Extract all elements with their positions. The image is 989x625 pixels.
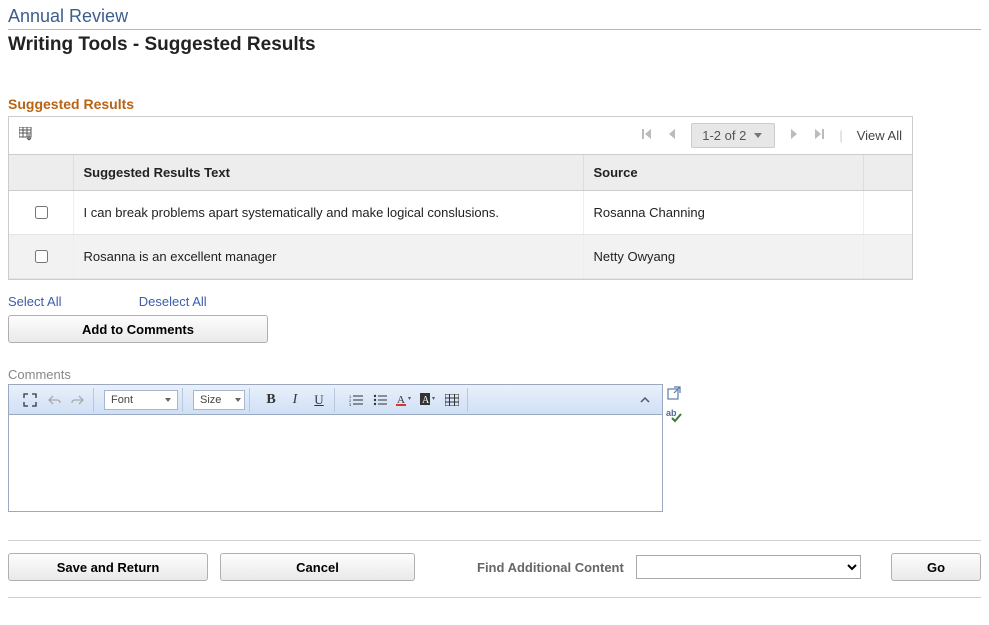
section-title: Suggested Results — [8, 96, 981, 112]
last-page-icon[interactable] — [813, 128, 825, 143]
popout-icon[interactable] — [665, 384, 683, 402]
editor-toolbar: Font Size B I U 1 2 — [9, 385, 662, 415]
col-checkbox — [9, 155, 73, 191]
prev-page-icon[interactable] — [667, 128, 677, 143]
table-row: Rosanna is an excellent manager Netty Ow… — [9, 235, 912, 279]
svg-text:A: A — [422, 395, 430, 406]
separator: | — [839, 128, 842, 143]
grid-toolbar: 1-2 of 2 | View All — [9, 117, 912, 155]
redo-icon[interactable] — [67, 390, 89, 410]
svg-text:ab: ab — [666, 408, 677, 418]
selection-links: Select All Deselect All — [8, 294, 981, 309]
col-source: Source — [583, 155, 863, 191]
collapse-toolbar-icon[interactable] — [634, 390, 656, 410]
row-text: I can break problems apart systematicall… — [73, 191, 583, 235]
col-extra — [863, 155, 912, 191]
deselect-all-link[interactable]: Deselect All — [139, 294, 207, 309]
comments-label: Comments — [8, 367, 981, 382]
text-color-icon[interactable]: A — [393, 390, 415, 410]
view-all-link[interactable]: View All — [857, 128, 902, 143]
row-checkbox[interactable] — [35, 250, 48, 263]
go-button[interactable]: Go — [891, 553, 981, 581]
rich-text-editor: Font Size B I U 1 2 — [8, 384, 663, 512]
bold-icon[interactable]: B — [260, 390, 282, 410]
pager: 1-2 of 2 | View All — [641, 123, 902, 148]
undo-icon[interactable] — [43, 390, 65, 410]
row-source: Netty Owyang — [583, 235, 863, 279]
underline-icon[interactable]: U — [308, 390, 330, 410]
add-to-comments-button[interactable]: Add to Comments — [8, 315, 268, 343]
size-select-label: Size — [200, 394, 221, 406]
maximize-icon[interactable] — [19, 390, 41, 410]
caret-down-icon — [235, 398, 241, 402]
spellcheck-icon[interactable]: ab — [665, 406, 683, 424]
row-text: Rosanna is an excellent manager — [73, 235, 583, 279]
footer-actions: Save and Return Cancel Find Additional C… — [8, 540, 981, 581]
select-all-link[interactable]: Select All — [8, 294, 61, 309]
size-select[interactable]: Size — [193, 390, 245, 410]
page-range-dropdown[interactable]: 1-2 of 2 — [691, 123, 775, 148]
page-range-text: 1-2 of 2 — [702, 128, 746, 143]
italic-icon[interactable]: I — [284, 390, 306, 410]
table-row: I can break problems apart systematicall… — [9, 191, 912, 235]
table-icon[interactable] — [441, 390, 463, 410]
divider — [8, 597, 981, 598]
first-page-icon[interactable] — [641, 128, 653, 143]
save-and-return-button[interactable]: Save and Return — [8, 553, 208, 581]
svg-text:3: 3 — [349, 402, 352, 406]
find-additional-select[interactable] — [636, 555, 861, 579]
col-text: Suggested Results Text — [73, 155, 583, 191]
font-select-label: Font — [111, 394, 133, 406]
divider — [8, 29, 981, 30]
editor-textarea[interactable] — [9, 415, 662, 511]
next-page-icon[interactable] — [789, 128, 799, 143]
cancel-button[interactable]: Cancel — [220, 553, 415, 581]
bullet-list-icon[interactable] — [369, 390, 391, 410]
numbered-list-icon[interactable]: 1 2 3 — [345, 390, 367, 410]
breadcrumb[interactable]: Annual Review — [8, 6, 981, 27]
grid-settings-icon[interactable] — [19, 127, 35, 144]
find-additional-label: Find Additional Content — [477, 560, 624, 575]
page-title: Writing Tools - Suggested Results — [8, 34, 981, 56]
caret-down-icon — [165, 398, 171, 402]
results-table: Suggested Results Text Source I can brea… — [9, 155, 912, 279]
results-grid: 1-2 of 2 | View All Suggested Results Te… — [8, 116, 913, 280]
highlight-color-icon[interactable]: A — [417, 390, 439, 410]
font-select[interactable]: Font — [104, 390, 178, 410]
row-source: Rosanna Channing — [583, 191, 863, 235]
row-checkbox[interactable] — [35, 206, 48, 219]
caret-down-icon — [754, 133, 762, 138]
